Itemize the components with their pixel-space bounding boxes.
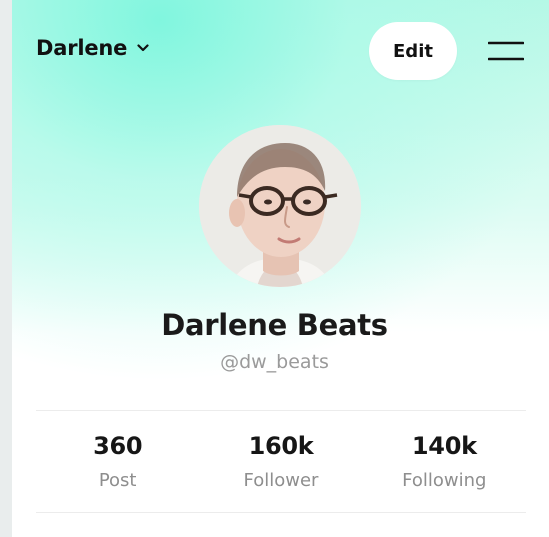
chevron-down-icon (137, 44, 149, 52)
stat-label: Follower (243, 470, 319, 491)
avatar[interactable] (199, 125, 361, 287)
profile-screen: Darlene Edit Darlene Beats @dw_beats 360… (0, 0, 549, 537)
profile-name: Darlene Beats (161, 308, 388, 342)
edit-button[interactable]: Edit (369, 22, 457, 80)
stat-value: 360 (93, 432, 143, 460)
stat-posts[interactable]: 360 Post (36, 432, 199, 491)
menu-icon[interactable] (488, 40, 524, 62)
avatar-image (199, 125, 361, 287)
stat-followers[interactable]: 160k Follower (199, 432, 362, 491)
divider (36, 410, 526, 411)
left-edge (0, 0, 12, 537)
stat-label: Post (98, 470, 137, 491)
stats-row: 360 Post 160k Follower 140k Following (36, 432, 526, 491)
top-bar: Darlene Edit (36, 22, 525, 80)
account-switcher[interactable]: Darlene (36, 36, 149, 60)
divider (36, 512, 526, 513)
account-name: Darlene (36, 36, 128, 60)
stat-label: Following (402, 470, 487, 491)
stat-value: 140k (411, 432, 477, 460)
profile-handle: @dw_beats (220, 351, 329, 373)
stat-following[interactable]: 140k Following (363, 432, 526, 491)
stat-value: 160k (248, 432, 314, 460)
